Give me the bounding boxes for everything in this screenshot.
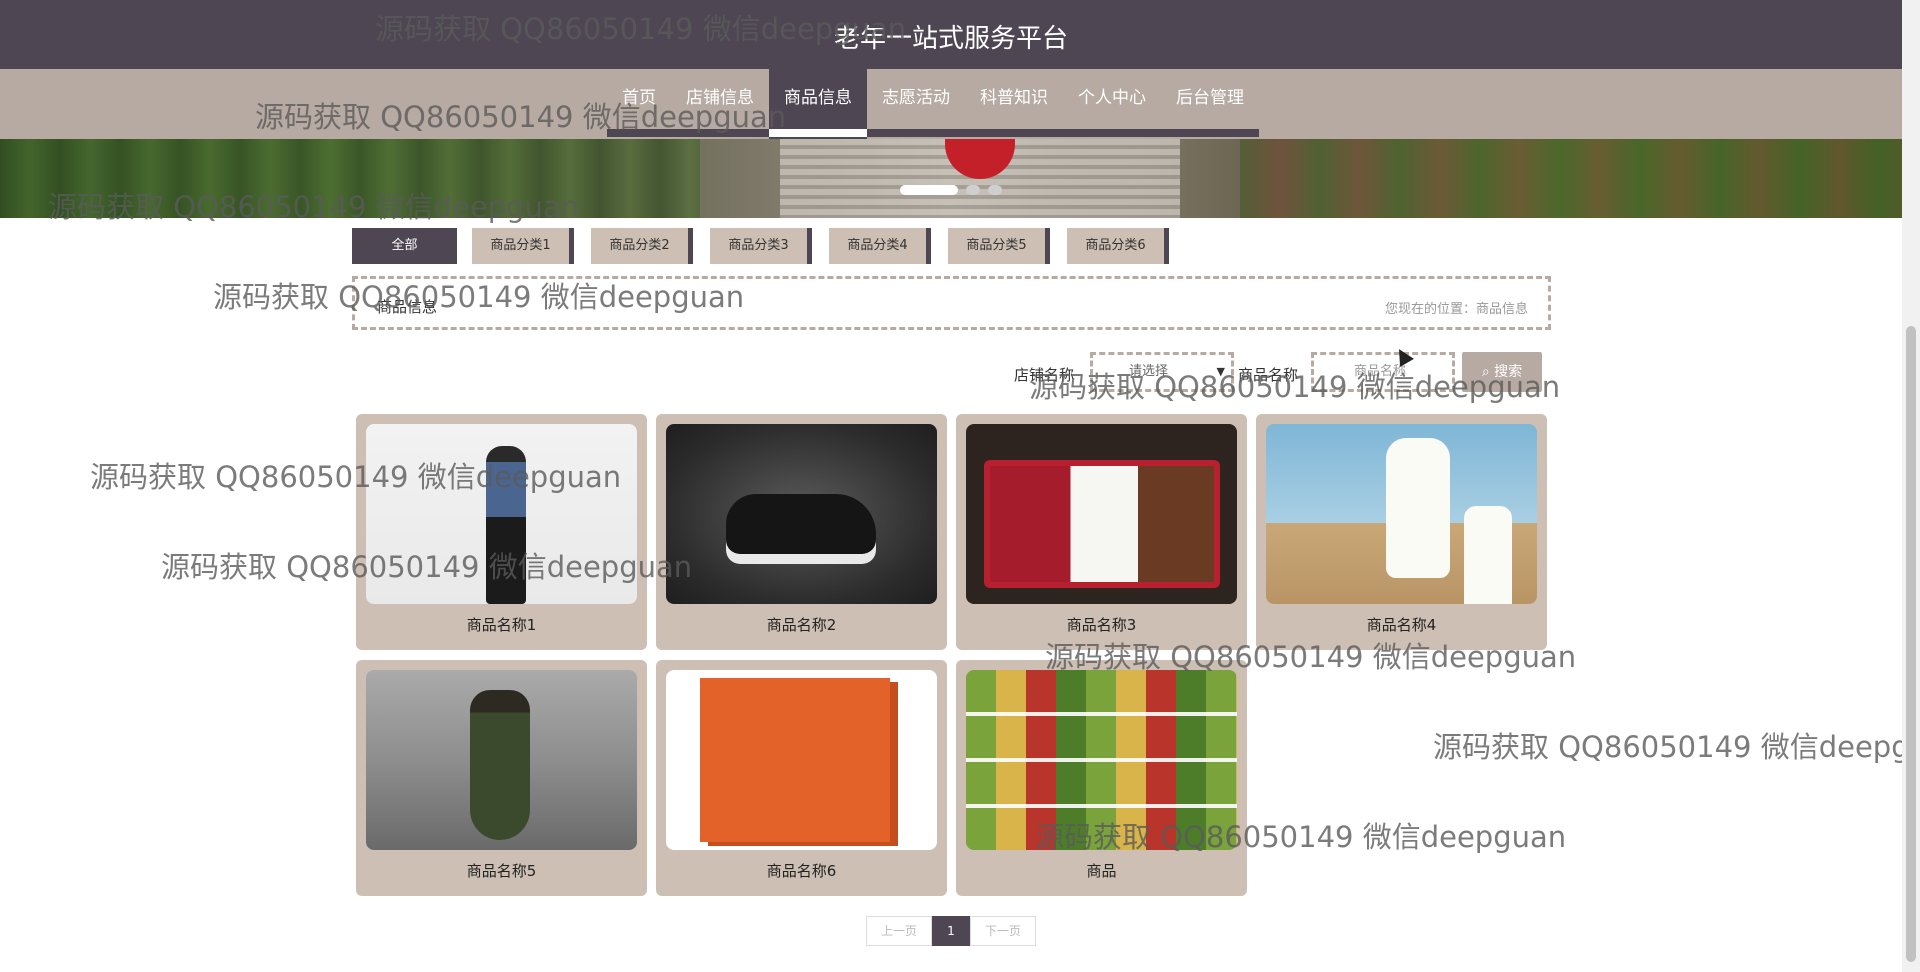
watermark: 源码获取 QQ86050149 微信deepguan (1433, 730, 1902, 764)
product-card[interactable]: 商品名称1 (356, 414, 647, 650)
nav-item-science[interactable]: 科普知识 (965, 69, 1063, 139)
shop-name-label: 店铺名称 (1014, 366, 1075, 384)
search-button-label: 搜索 (1494, 364, 1523, 380)
category-tab-3[interactable]: 商品分类3 (710, 228, 812, 264)
next-page-button[interactable]: 下一页 (970, 916, 1036, 946)
shop-select-value: 请选择 (1129, 364, 1169, 379)
search-icon: ⌕ (1481, 364, 1490, 380)
carousel-dots (900, 185, 1002, 195)
category-tab-5[interactable]: 商品分类5 (948, 228, 1050, 264)
product-name[interactable]: 商品名称4 (1256, 614, 1547, 635)
app: 老年一站式服务平台 首页 店铺信息 商品信息 志愿活动 科普知识 个人中心 后台… (0, 0, 1902, 972)
category-tabs: 全部 商品分类1 商品分类2 商品分类3 商品分类4 商品分类5 商品分类6 (352, 228, 1186, 264)
nav-item-home[interactable]: 首页 (607, 69, 671, 139)
product-image[interactable] (1266, 424, 1537, 604)
product-name-label: 商品名称 (1238, 366, 1299, 384)
product-name[interactable]: 商品名称3 (956, 614, 1247, 635)
category-tab-2[interactable]: 商品分类2 (591, 228, 693, 264)
product-name-input[interactable]: 商品名称 (1311, 352, 1455, 392)
banner-carousel[interactable] (0, 139, 1902, 218)
chevron-down-icon: ▼ (1216, 365, 1225, 378)
product-card[interactable]: 商品名称5 (356, 660, 647, 896)
category-tab-1[interactable]: 商品分类1 (472, 228, 574, 264)
product-image[interactable] (966, 424, 1237, 604)
carousel-dot-1[interactable] (900, 185, 958, 195)
product-image[interactable] (666, 424, 937, 604)
product-card[interactable]: 商品名称6 (656, 660, 947, 896)
banner-trees-left (0, 139, 700, 218)
product-name[interactable]: 商品名称6 (656, 860, 947, 881)
page-scrollbar[interactable] (1902, 0, 1920, 972)
nav-item-shops[interactable]: 店铺信息 (671, 69, 769, 139)
product-card[interactable]: 商品名称2 (656, 414, 947, 650)
shop-select[interactable]: 请选择 ▼ (1090, 352, 1234, 392)
product-name[interactable]: 商品名称2 (656, 614, 947, 635)
carousel-dot-2[interactable] (966, 185, 980, 195)
product-image[interactable] (666, 670, 937, 850)
pagination: 上一页 1 下一页 (866, 916, 1036, 946)
scrollbar-thumb[interactable] (1906, 326, 1916, 962)
breadcrumb-title: 商品信息 (377, 298, 438, 316)
nav-item-profile[interactable]: 个人中心 (1063, 69, 1161, 139)
nav-item-volunteer[interactable]: 志愿活动 (867, 69, 965, 139)
prev-page-button[interactable]: 上一页 (866, 916, 932, 946)
search-button[interactable]: ⌕ 搜索 (1462, 352, 1542, 392)
navbar: 首页 店铺信息 商品信息 志愿活动 科普知识 个人中心 后台管理 (0, 69, 1902, 139)
product-name[interactable]: 商品名称1 (356, 614, 647, 635)
category-tab-4[interactable]: 商品分类4 (829, 228, 931, 264)
nav-list: 首页 店铺信息 商品信息 志愿活动 科普知识 个人中心 后台管理 (607, 69, 1259, 139)
product-image[interactable] (366, 670, 637, 850)
site-title: 老年一站式服务平台 (833, 24, 1068, 54)
category-tab-6[interactable]: 商品分类6 (1067, 228, 1169, 264)
carousel-dot-3[interactable] (988, 185, 1002, 195)
banner-trees-right (1240, 139, 1902, 218)
nav-item-admin[interactable]: 后台管理 (1161, 69, 1259, 139)
product-card[interactable]: 商品 (956, 660, 1247, 896)
product-card[interactable]: 商品名称3 (956, 414, 1247, 650)
product-image[interactable] (966, 670, 1237, 850)
topbar: 老年一站式服务平台 (0, 0, 1902, 69)
category-tab-all[interactable]: 全部 (352, 228, 457, 264)
product-card[interactable]: 商品名称4 (1256, 414, 1547, 650)
product-image[interactable] (366, 424, 637, 604)
nav-item-products[interactable]: 商品信息 (769, 69, 867, 139)
product-name[interactable]: 商品名称5 (356, 860, 647, 881)
breadcrumb-location: 您现在的位置：商品信息 (1384, 302, 1528, 317)
page-number-current[interactable]: 1 (932, 916, 970, 946)
product-name[interactable]: 商品 (956, 860, 1247, 881)
breadcrumb: 商品信息 您现在的位置：商品信息 (352, 276, 1551, 330)
